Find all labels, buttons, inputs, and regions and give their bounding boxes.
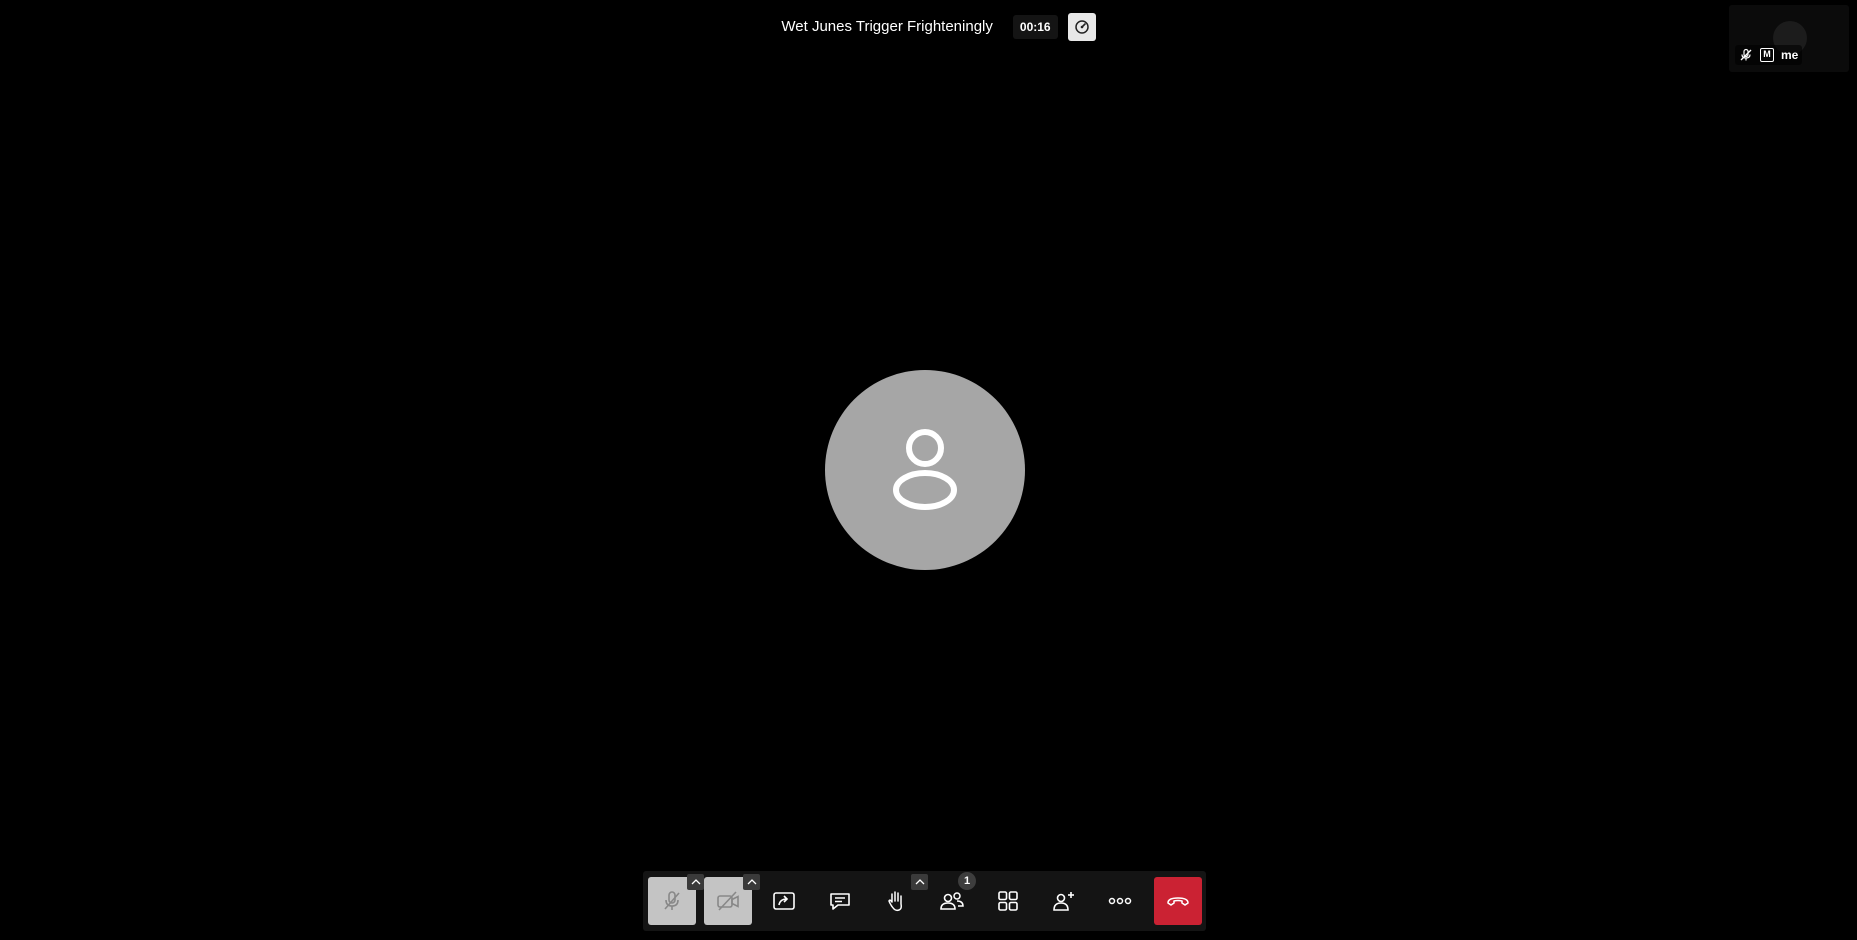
more-icon xyxy=(1108,897,1132,905)
chat-icon xyxy=(830,893,850,910)
tile-view-button[interactable] xyxy=(984,877,1032,925)
participant-count-badge: 1 xyxy=(958,872,976,890)
thumbnail-indicators: M me xyxy=(1735,45,1803,65)
performance-settings-button[interactable] xyxy=(1067,12,1096,41)
conference-title: Wet Junes Trigger Frighteningly xyxy=(771,12,1003,41)
invite-button[interactable] xyxy=(1040,877,1088,925)
video-settings-caret[interactable] xyxy=(743,874,760,890)
mic-off-icon xyxy=(1740,48,1752,61)
add-user-icon xyxy=(1053,892,1074,911)
participants-button[interactable]: 1 xyxy=(928,872,976,925)
user-icon xyxy=(893,429,957,510)
conference-stage: Wet Junes Trigger Frighteningly 00:16 M … xyxy=(0,0,1857,940)
chat-button[interactable] xyxy=(816,877,864,925)
microphone-button[interactable] xyxy=(648,874,704,925)
reactions-caret[interactable] xyxy=(911,874,928,890)
audio-settings-caret[interactable] xyxy=(687,874,704,890)
chevron-up-icon xyxy=(915,879,924,885)
more-actions-button[interactable] xyxy=(1096,877,1144,925)
camera-off-icon xyxy=(717,891,739,911)
mic-off-icon xyxy=(664,891,680,910)
share-screen-button[interactable] xyxy=(760,877,808,925)
chevron-up-icon xyxy=(691,879,700,885)
moderator-icon: M xyxy=(1760,48,1774,62)
participants-icon xyxy=(940,892,964,910)
participant-avatar xyxy=(825,370,1025,570)
participant-name: me xyxy=(1781,48,1799,62)
hangup-icon xyxy=(1167,897,1189,906)
raise-hand-button[interactable] xyxy=(872,874,928,925)
grid-icon xyxy=(998,891,1018,911)
conference-header: Wet Junes Trigger Frighteningly 00:16 xyxy=(0,12,1857,41)
gauge-icon xyxy=(1074,19,1089,34)
camera-button[interactable] xyxy=(704,874,760,925)
chevron-up-icon xyxy=(747,879,756,885)
share-screen-icon xyxy=(773,892,795,910)
hand-icon xyxy=(888,891,902,912)
hangup-button[interactable] xyxy=(1154,877,1202,925)
toolbox: 1 xyxy=(643,871,1206,931)
local-video-thumbnail[interactable]: M me xyxy=(1729,5,1849,72)
conference-timer: 00:16 xyxy=(1012,14,1058,39)
